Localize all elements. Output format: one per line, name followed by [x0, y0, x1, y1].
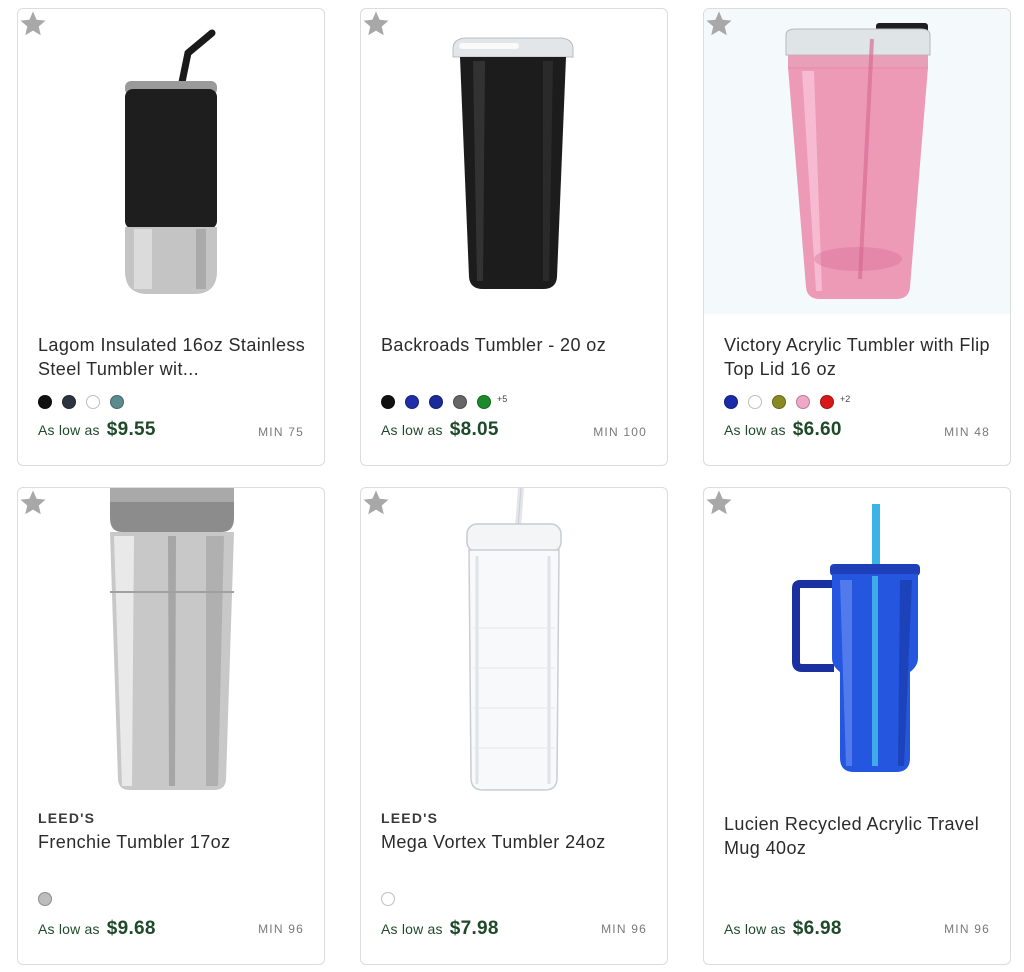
product-title[interactable]: Backroads Tumbler - 20 oz	[381, 333, 653, 357]
color-swatches	[38, 892, 62, 906]
product-price: $6.60	[792, 419, 842, 440]
star-icon[interactable]	[704, 9, 734, 39]
minimum-quantity: MIN 96	[601, 922, 647, 936]
product-title[interactable]: Frenchie Tumbler 17oz	[38, 830, 310, 854]
product-card[interactable]: LEED'S Mega Vortex Tumbler 24oz As low a…	[360, 487, 668, 965]
product-price: $9.55	[106, 419, 156, 440]
color-swatch-navy[interactable]	[62, 395, 76, 409]
star-icon[interactable]	[704, 488, 734, 518]
product-image[interactable]	[18, 9, 324, 314]
color-swatch-white[interactable]	[86, 395, 100, 409]
blue-travel-mug-icon	[792, 504, 920, 772]
as-low-as-label: As low as	[38, 422, 100, 438]
color-swatch-black[interactable]	[38, 395, 52, 409]
product-card[interactable]: Victory Acrylic Tumbler with Flip Top Li…	[703, 8, 1011, 466]
color-swatch-clear[interactable]	[381, 892, 395, 906]
color-swatch-pink[interactable]	[796, 395, 810, 409]
color-swatches	[381, 892, 405, 906]
product-title[interactable]: Lagom Insulated 16oz Stainless Steel Tum…	[38, 333, 310, 381]
star-icon[interactable]	[361, 488, 391, 518]
color-swatch-red[interactable]	[820, 395, 834, 409]
color-swatch-navy[interactable]	[429, 395, 443, 409]
product-image[interactable]	[704, 9, 1010, 314]
minimum-quantity: MIN 48	[944, 425, 990, 439]
product-image[interactable]	[361, 488, 667, 798]
star-icon[interactable]	[361, 9, 391, 39]
product-price: $8.05	[449, 419, 499, 440]
minimum-quantity: MIN 96	[944, 922, 990, 936]
minimum-quantity: MIN 96	[258, 922, 304, 936]
product-card[interactable]: LEED'S Frenchie Tumbler 17oz As low as $…	[17, 487, 325, 965]
pink-acrylic-tumbler-icon	[785, 23, 931, 299]
star-icon[interactable]	[18, 488, 48, 518]
as-low-as-label: As low as	[38, 921, 100, 937]
product-price: $6.98	[792, 918, 842, 939]
color-swatch-blue[interactable]	[724, 395, 738, 409]
brand-label: LEED'S	[381, 810, 439, 826]
price-line: As low as $9.55	[38, 419, 156, 441]
color-swatch-teal[interactable]	[110, 395, 124, 409]
product-price: $7.98	[449, 918, 499, 939]
as-low-as-label: As low as	[381, 921, 443, 937]
color-swatch-blue[interactable]	[405, 395, 419, 409]
product-title[interactable]: Lucien Recycled Acrylic Travel Mug 40oz	[724, 812, 996, 860]
price-line: As low as $8.05	[381, 419, 499, 441]
product-price: $9.68	[106, 918, 156, 939]
color-swatch-silver[interactable]	[38, 892, 52, 906]
price-line: As low as $6.60	[724, 419, 842, 441]
as-low-as-label: As low as	[724, 921, 786, 937]
more-colors-count[interactable]: +2	[840, 394, 850, 404]
black-insulated-tumbler-icon	[125, 29, 217, 294]
product-title[interactable]: Mega Vortex Tumbler 24oz	[381, 830, 653, 854]
product-image[interactable]	[18, 488, 324, 798]
minimum-quantity: MIN 75	[258, 425, 304, 439]
price-line: As low as $9.68	[38, 918, 156, 940]
color-swatch-olive[interactable]	[772, 395, 786, 409]
star-icon[interactable]	[18, 9, 48, 39]
color-swatches	[38, 395, 134, 409]
product-card[interactable]: Lucien Recycled Acrylic Travel Mug 40oz …	[703, 487, 1011, 965]
color-swatch-black[interactable]	[381, 395, 395, 409]
color-swatch-gray[interactable]	[453, 395, 467, 409]
product-image[interactable]	[361, 9, 667, 314]
stainless-steel-tumbler-icon	[110, 488, 234, 790]
color-swatches: +2	[724, 394, 850, 409]
black-tumbler-icon	[452, 37, 574, 289]
clear-tumbler-icon	[466, 488, 562, 791]
product-image[interactable]	[704, 488, 1010, 798]
as-low-as-label: As low as	[724, 422, 786, 438]
product-card[interactable]: Lagom Insulated 16oz Stainless Steel Tum…	[17, 8, 325, 466]
as-low-as-label: As low as	[381, 422, 443, 438]
price-line: As low as $6.98	[724, 918, 842, 940]
more-colors-count[interactable]: +5	[497, 394, 507, 404]
product-card[interactable]: Backroads Tumbler - 20 oz +5 As low as $…	[360, 8, 668, 466]
minimum-quantity: MIN 100	[593, 425, 647, 439]
color-swatch-white[interactable]	[748, 395, 762, 409]
price-line: As low as $7.98	[381, 918, 499, 940]
color-swatches: +5	[381, 394, 507, 409]
color-swatch-green[interactable]	[477, 395, 491, 409]
brand-label: LEED'S	[38, 810, 96, 826]
product-title[interactable]: Victory Acrylic Tumbler with Flip Top Li…	[724, 333, 996, 381]
